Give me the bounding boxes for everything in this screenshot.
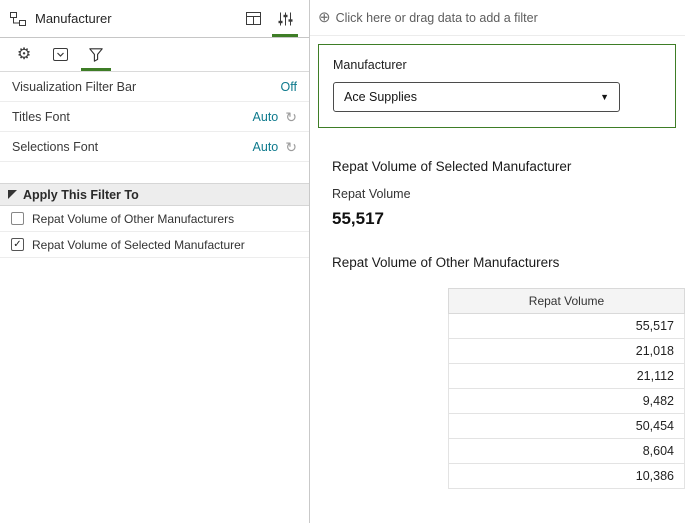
filter-properties-panel: Manufacturer ⚙ Visualization Filter Bar … [0,0,310,523]
table-cell[interactable]: 10,386 [448,463,685,489]
repat-volume-table: Repat Volume 55,517 21,018 21,112 9,482 … [448,288,685,489]
filter-card-label: Manufacturer [333,58,407,72]
property-row-titles-font: Titles Font Auto ↻ [0,102,309,132]
checkbox-row-selected-manufacturer[interactable]: ✓ Repat Volume of Selected Manufacturer [0,232,309,258]
window-chevron-icon [52,48,68,61]
checkbox[interactable] [11,212,24,225]
property-value: Auto ↻ [253,140,297,154]
manufacturer-select[interactable]: Ace Supplies ▼ [333,82,620,112]
manufacturer-attribute-icon [10,11,26,26]
table-row: 21,018 [448,338,685,364]
add-circle-icon: ⊕ [318,9,331,26]
metric-label: Repat Volume [332,187,411,201]
section-apply-this-filter-to[interactable]: Apply This Filter To [0,183,309,206]
checkbox-label: Repat Volume of Selected Manufacturer [32,237,245,252]
table-row: 55,517 [448,313,685,339]
collapse-triangle-icon [8,190,17,199]
tab-general[interactable]: ⚙ [6,38,42,71]
table-row: 8,604 [448,438,685,464]
reset-icon[interactable]: ↻ [285,140,297,154]
selected-viz-title: Repat Volume of Selected Manufacturer [332,159,572,174]
selected-manufacturer-value: Ace Supplies [344,90,417,104]
table-cell[interactable]: 55,517 [448,313,685,339]
checkbox-row-other-manufacturers[interactable]: Repat Volume of Other Manufacturers [0,206,309,232]
caret-down-icon: ▼ [600,92,609,102]
table-cell[interactable]: 9,482 [448,388,685,414]
property-value: Auto ↻ [253,110,297,124]
add-filter-prompt: Click here or drag data to add a filter [335,10,538,25]
table-cell[interactable]: 8,604 [448,438,685,464]
titles-font-value[interactable]: Auto [253,110,279,124]
selections-font-value[interactable]: Auto [253,140,279,154]
panel-header-tabs [237,0,309,37]
table-header-cell[interactable]: Repat Volume [448,288,685,314]
property-label: Titles Font [12,109,70,124]
tab-display[interactable] [42,38,78,71]
panel-header: Manufacturer [0,0,309,38]
table-row: 50,454 [448,413,685,439]
tab-filters[interactable] [78,38,114,71]
visualization-filter-bar-value[interactable]: Off [281,80,297,94]
canvas: ⊕ Click here or drag data to add a filte… [310,0,685,523]
panel-title: Manufacturer [35,11,112,26]
table-header-row: Repat Volume [448,288,685,314]
checkbox[interactable]: ✓ [11,238,24,251]
reset-icon[interactable]: ↻ [285,110,297,124]
property-row-selections-font: Selections Font Auto ↻ [0,132,309,162]
others-viz-title: Repat Volume of Other Manufacturers [332,255,560,270]
add-filter-bar[interactable]: ⊕ Click here or drag data to add a filte… [310,0,685,36]
checkbox-label: Repat Volume of Other Manufacturers [32,211,235,226]
table-cell[interactable]: 21,018 [448,338,685,364]
app-root: Manufacturer ⚙ Visualization Filter Bar … [0,0,685,523]
grid-view-icon [245,12,261,25]
properties-tab-bar: ⚙ [0,38,309,72]
sliders-icon [278,12,293,26]
property-label: Selections Font [12,139,99,154]
tab-visualization-grid[interactable] [237,0,269,37]
table-cell[interactable]: 21,112 [448,363,685,389]
property-value: Off [281,80,297,94]
metric-value: 55,517 [332,209,384,228]
tab-properties[interactable] [269,0,301,37]
property-label: Visualization Filter Bar [12,79,137,94]
property-row-visualization-filter-bar: Visualization Filter Bar Off [0,72,309,102]
funnel-icon [89,47,103,62]
gear-icon: ⚙ [16,45,32,63]
table-cell[interactable]: 50,454 [448,413,685,439]
table-row: 9,482 [448,388,685,414]
table-row: 10,386 [448,463,685,489]
table-row: 21,112 [448,363,685,389]
section-title: Apply This Filter To [23,187,139,202]
manufacturer-filter-card: Manufacturer Ace Supplies ▼ [318,44,676,128]
